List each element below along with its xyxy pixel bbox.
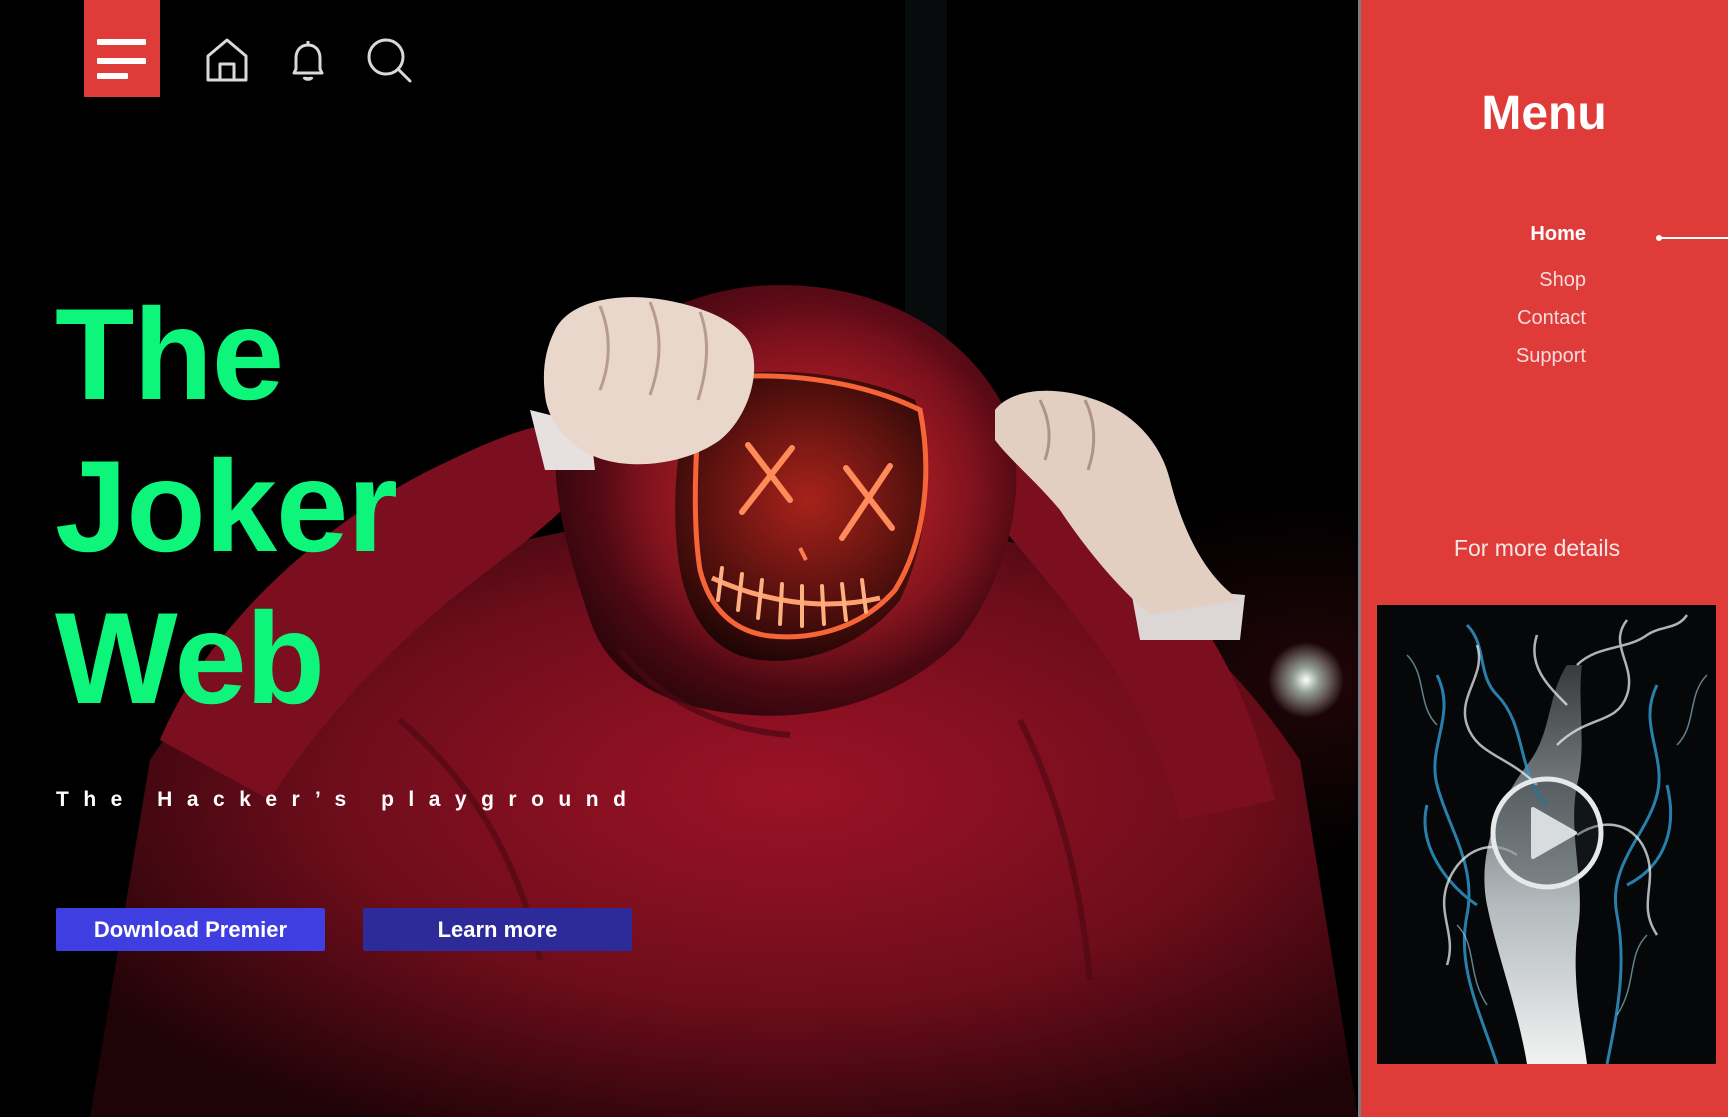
learn-more-button[interactable]: Learn more bbox=[363, 908, 632, 951]
hero-title-line: Joker bbox=[55, 433, 398, 579]
side-menu-nav: Home Shop Contact Support bbox=[1516, 222, 1586, 368]
hamburger-line bbox=[97, 39, 146, 45]
hero-tagline: The Hacker’s playground bbox=[56, 788, 641, 811]
menu-item-support[interactable]: Support bbox=[1516, 344, 1586, 368]
menu-item-contact[interactable]: Contact bbox=[1516, 306, 1586, 330]
search-icon[interactable] bbox=[365, 36, 413, 84]
play-icon[interactable] bbox=[1489, 775, 1605, 891]
hero-title-line: The bbox=[55, 281, 284, 427]
download-premier-button[interactable]: Download Premier bbox=[56, 908, 325, 951]
hamburger-line bbox=[97, 73, 128, 79]
bell-icon[interactable] bbox=[284, 36, 332, 84]
hamburger-menu-button[interactable] bbox=[84, 0, 160, 97]
active-item-indicator bbox=[1656, 235, 1728, 241]
menu-item-shop[interactable]: Shop bbox=[1516, 268, 1586, 292]
side-menu-panel: Menu Home Shop Contact Support For more … bbox=[1358, 0, 1728, 1117]
home-icon[interactable] bbox=[203, 36, 251, 84]
details-label: For more details bbox=[1453, 535, 1621, 561]
hero-title-line: Web bbox=[55, 585, 325, 731]
landing-page: The Joker Web The Hacker’s playground Do… bbox=[0, 0, 1728, 1117]
menu-item-home[interactable]: Home bbox=[1516, 222, 1586, 246]
hero-title: The Joker Web bbox=[55, 278, 398, 734]
menu-title: Menu bbox=[1481, 87, 1607, 140]
hamburger-line bbox=[97, 58, 146, 64]
video-thumbnail[interactable] bbox=[1377, 605, 1716, 1064]
